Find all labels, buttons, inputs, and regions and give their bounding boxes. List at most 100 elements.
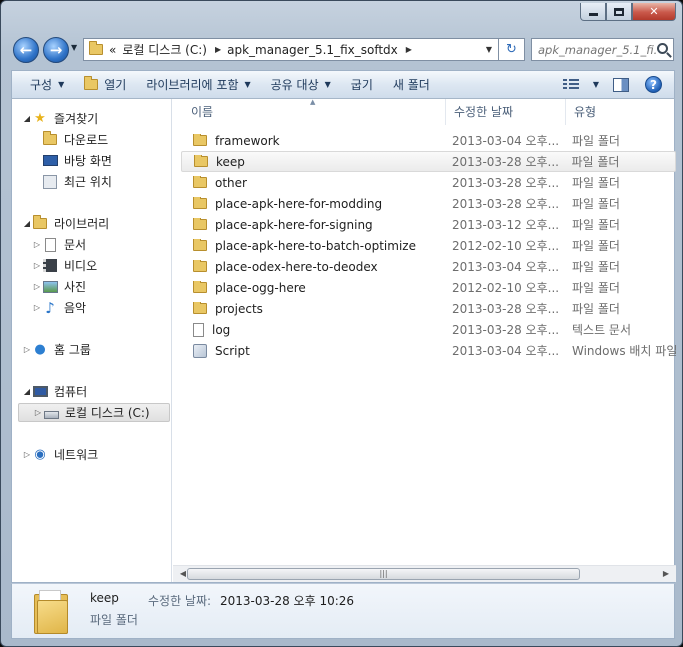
chevron-down-icon: ▼ [244, 80, 251, 89]
close-button[interactable]: ✕ [632, 3, 676, 21]
nav-computer[interactable]: ◢ 컴퓨터 [22, 382, 87, 401]
open-button[interactable]: 열기 [74, 71, 136, 98]
file-row-projects[interactable]: projects 2013-03-28 오후... 파일 폴더 [181, 298, 676, 319]
chevron-down-icon: ▼ [592, 80, 599, 89]
breadcrumb-local-disk[interactable]: 로컬 디스크 (C:) [122, 41, 207, 58]
collapsed-triangle-icon[interactable]: ▷ [32, 261, 42, 270]
nav-recent-label: 최근 위치 [64, 175, 112, 189]
burn-button[interactable]: 굽기 [341, 71, 383, 98]
nav-local-disk[interactable]: ▷ 로컬 디스크 (C:) [18, 403, 170, 422]
column-header-date[interactable]: 수정한 날짜 [446, 99, 566, 125]
open-folder-icon [84, 76, 99, 90]
preview-pane-button[interactable] [603, 71, 639, 98]
collapsed-triangle-icon[interactable]: ▷ [22, 450, 32, 459]
include-in-library-button[interactable]: 라이브러리에 포함 ▼ [136, 71, 260, 98]
address-bar: ← → ▼ « 로컬 디스크 (C:) ▶ apk_manager_5.1_fi… [13, 35, 675, 67]
file-list: ▲ 이름 수정한 날짜 유형 framework 2013-03-04 오후..… [173, 99, 676, 583]
nav-documents[interactable]: ▷ 문서 [32, 235, 86, 254]
folder-icon [89, 41, 103, 55]
file-row-keep[interactable]: keep 2013-03-28 오후... 파일 폴더 [181, 151, 676, 172]
chevron-right-icon[interactable]: ▶ [406, 45, 412, 54]
file-name: projects [215, 301, 263, 316]
search-box[interactable] [531, 38, 674, 61]
horizontal-scrollbar[interactable]: ◀ ||| ▶ [173, 565, 676, 582]
file-type: 파일 폴더 [572, 281, 620, 295]
include-library-label: 라이브러리에 포함 [146, 78, 239, 92]
file-name: place-apk-here-for-signing [215, 217, 373, 232]
file-name: place-apk-here-for-modding [215, 196, 383, 211]
breadcrumb-apk-manager[interactable]: apk_manager_5.1_fix_softdx [227, 43, 398, 57]
breadcrumb-overflow[interactable]: « [109, 43, 116, 57]
computer-icon [32, 384, 48, 400]
file-row-framework[interactable]: framework 2013-03-04 오후... 파일 폴더 [181, 130, 676, 151]
scrollbar-thumb[interactable]: ||| [187, 568, 580, 580]
main-area: ◢ ★ 즐겨찾기 다운로드 바탕 화면 최근 위치 ◢ 라이브러리 ▷ 문서 ▷… [11, 99, 676, 583]
collapsed-triangle-icon[interactable]: ▷ [32, 303, 42, 312]
nav-computer-label: 컴퓨터 [54, 385, 88, 399]
file-row-place-ogg-here[interactable]: place-ogg-here 2012-02-10 오후... 파일 폴더 [181, 277, 676, 298]
expanded-triangle-icon[interactable]: ◢ [22, 219, 32, 228]
nav-recent[interactable]: 최근 위치 [42, 172, 112, 191]
maximize-button[interactable] [606, 3, 632, 21]
file-row-place-apk-here-to-batch-optimize[interactable]: place-apk-here-to-batch-optimize 2012-02… [181, 235, 676, 256]
nav-desktop[interactable]: 바탕 화면 [42, 151, 112, 170]
file-date: 2013-03-28 오후... [451, 155, 559, 169]
file-row-place-apk-here-for-modding[interactable]: place-apk-here-for-modding 2013-03-28 오후… [181, 193, 676, 214]
file-row-script[interactable]: Script 2013-03-04 오후... Windows 배치 파일 [181, 340, 676, 361]
change-view-button[interactable]: ▼ [553, 71, 603, 98]
file-date: 2013-03-04 오후... [452, 134, 560, 148]
file-row-other[interactable]: other 2013-03-28 오후... 파일 폴더 [181, 172, 676, 193]
organize-button[interactable]: 구성 ▼ [12, 71, 74, 98]
search-input[interactable] [538, 42, 656, 57]
nav-libraries[interactable]: ◢ 라이브러리 [22, 214, 109, 233]
folder-icon [193, 259, 207, 272]
minimize-button[interactable] [580, 3, 606, 21]
nav-music-label: 음악 [64, 301, 87, 315]
column-header-name[interactable]: ▲ 이름 [173, 99, 446, 125]
network-icon: ◉ [34, 447, 46, 462]
back-button[interactable]: ← [13, 37, 39, 63]
chevron-right-icon[interactable]: ▶ [215, 45, 221, 54]
file-date: 2013-03-04 오후... [452, 260, 560, 274]
collapsed-triangle-icon[interactable]: ▷ [32, 240, 42, 249]
file-row-place-odex-here-to-deodex[interactable]: place-odex-here-to-deodex 2013-03-04 오후.… [181, 256, 676, 277]
homegroup-icon: ● [34, 342, 46, 357]
file-row-log[interactable]: log 2013-03-28 오후... 텍스트 문서 [181, 319, 676, 340]
nav-desktop-label: 바탕 화면 [64, 154, 112, 168]
nav-favorites[interactable]: ◢ ★ 즐겨찾기 [22, 109, 98, 128]
organize-label: 구성 [30, 78, 53, 92]
file-type: 파일 폴더 [572, 197, 620, 211]
collapsed-triangle-icon[interactable]: ▷ [22, 345, 32, 354]
address-box[interactable]: « 로컬 디스크 (C:) ▶ apk_manager_5.1_fix_soft… [83, 38, 499, 61]
refresh-button[interactable]: ↻ [499, 38, 525, 61]
nav-videos[interactable]: ▷ 비디오 [32, 256, 97, 275]
sort-ascending-icon: ▲ [310, 99, 316, 106]
address-history-dropdown[interactable]: ▼ [486, 45, 492, 54]
nav-homegroup[interactable]: ▷ ● 홈 그룹 [22, 340, 91, 359]
file-row-place-apk-here-for-signing[interactable]: place-apk-here-for-signing 2013-03-12 오후… [181, 214, 676, 235]
recent-places-icon [42, 174, 58, 190]
collapsed-triangle-icon[interactable]: ▷ [33, 408, 43, 417]
new-folder-button[interactable]: 새 폴더 [383, 71, 440, 98]
nav-music[interactable]: ▷ ♪ 음악 [32, 298, 86, 317]
caption-buttons: ✕ [580, 3, 676, 21]
preview-pane-icon [613, 77, 629, 92]
nav-network[interactable]: ▷ ◉ 네트워크 [22, 445, 98, 464]
help-button[interactable]: ? [639, 71, 674, 98]
explorer-window: ✕ ← → ▼ « 로컬 디스크 (C:) ▶ apk_manager_5.1_… [0, 0, 683, 647]
collapsed-triangle-icon[interactable]: ▷ [32, 282, 42, 291]
film-icon [42, 258, 58, 274]
folder-icon [193, 238, 207, 251]
column-header-type[interactable]: 유형 [566, 99, 676, 125]
search-icon[interactable] [657, 43, 668, 54]
expanded-triangle-icon[interactable]: ◢ [22, 114, 32, 123]
text-file-icon [193, 322, 204, 337]
expanded-triangle-icon[interactable]: ◢ [22, 387, 32, 396]
arrow-left-icon: ← [19, 41, 33, 59]
nav-pictures[interactable]: ▷ 사진 [32, 277, 86, 296]
nav-downloads[interactable]: 다운로드 [42, 130, 108, 149]
recent-pages-dropdown[interactable]: ▼ [71, 43, 77, 52]
scroll-right-icon[interactable]: ▶ [660, 568, 672, 580]
forward-button[interactable]: → [43, 37, 69, 63]
share-with-button[interactable]: 공유 대상 ▼ [261, 71, 341, 98]
